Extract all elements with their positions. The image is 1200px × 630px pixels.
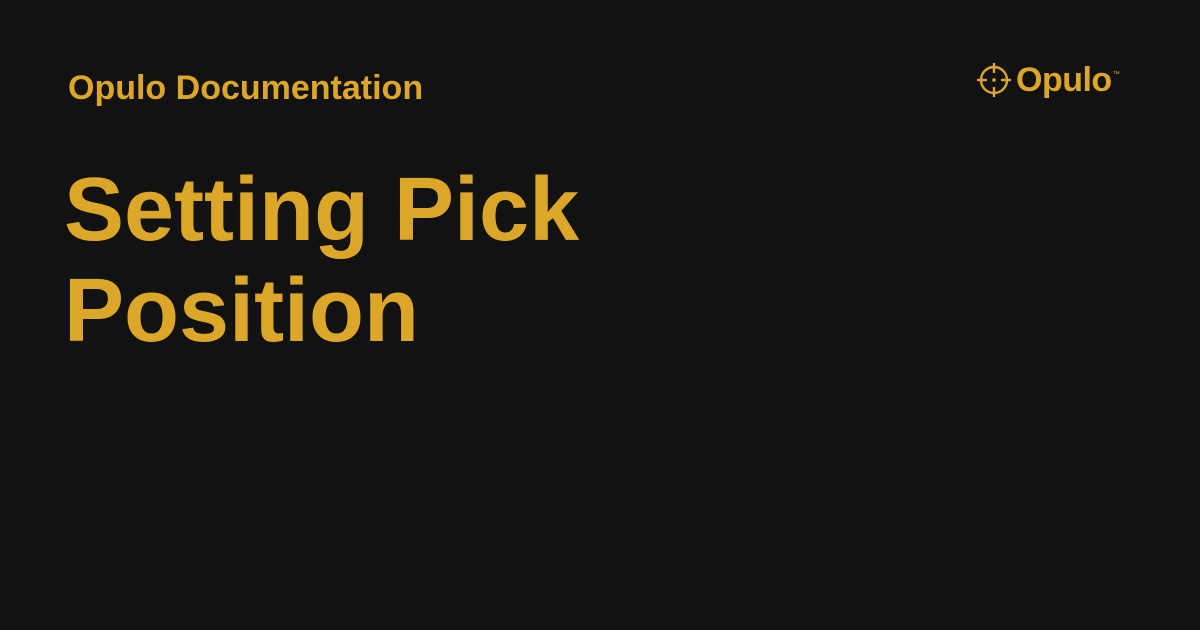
page-title: Setting Pick Position	[64, 160, 704, 362]
crosshair-icon	[977, 63, 1011, 97]
site-name: Opulo Documentation	[68, 69, 424, 107]
social-card: Opulo Documentation Setting Pick Positio…	[0, 0, 1200, 630]
page-title-line-2: Position	[64, 261, 419, 361]
logo-wordmark: Opulo	[1016, 61, 1112, 99]
page-title-line-1: Setting Pick	[64, 160, 580, 260]
opulo-logo: Opulo ™	[976, 60, 1120, 100]
logo-trademark: ™	[1112, 71, 1120, 78]
